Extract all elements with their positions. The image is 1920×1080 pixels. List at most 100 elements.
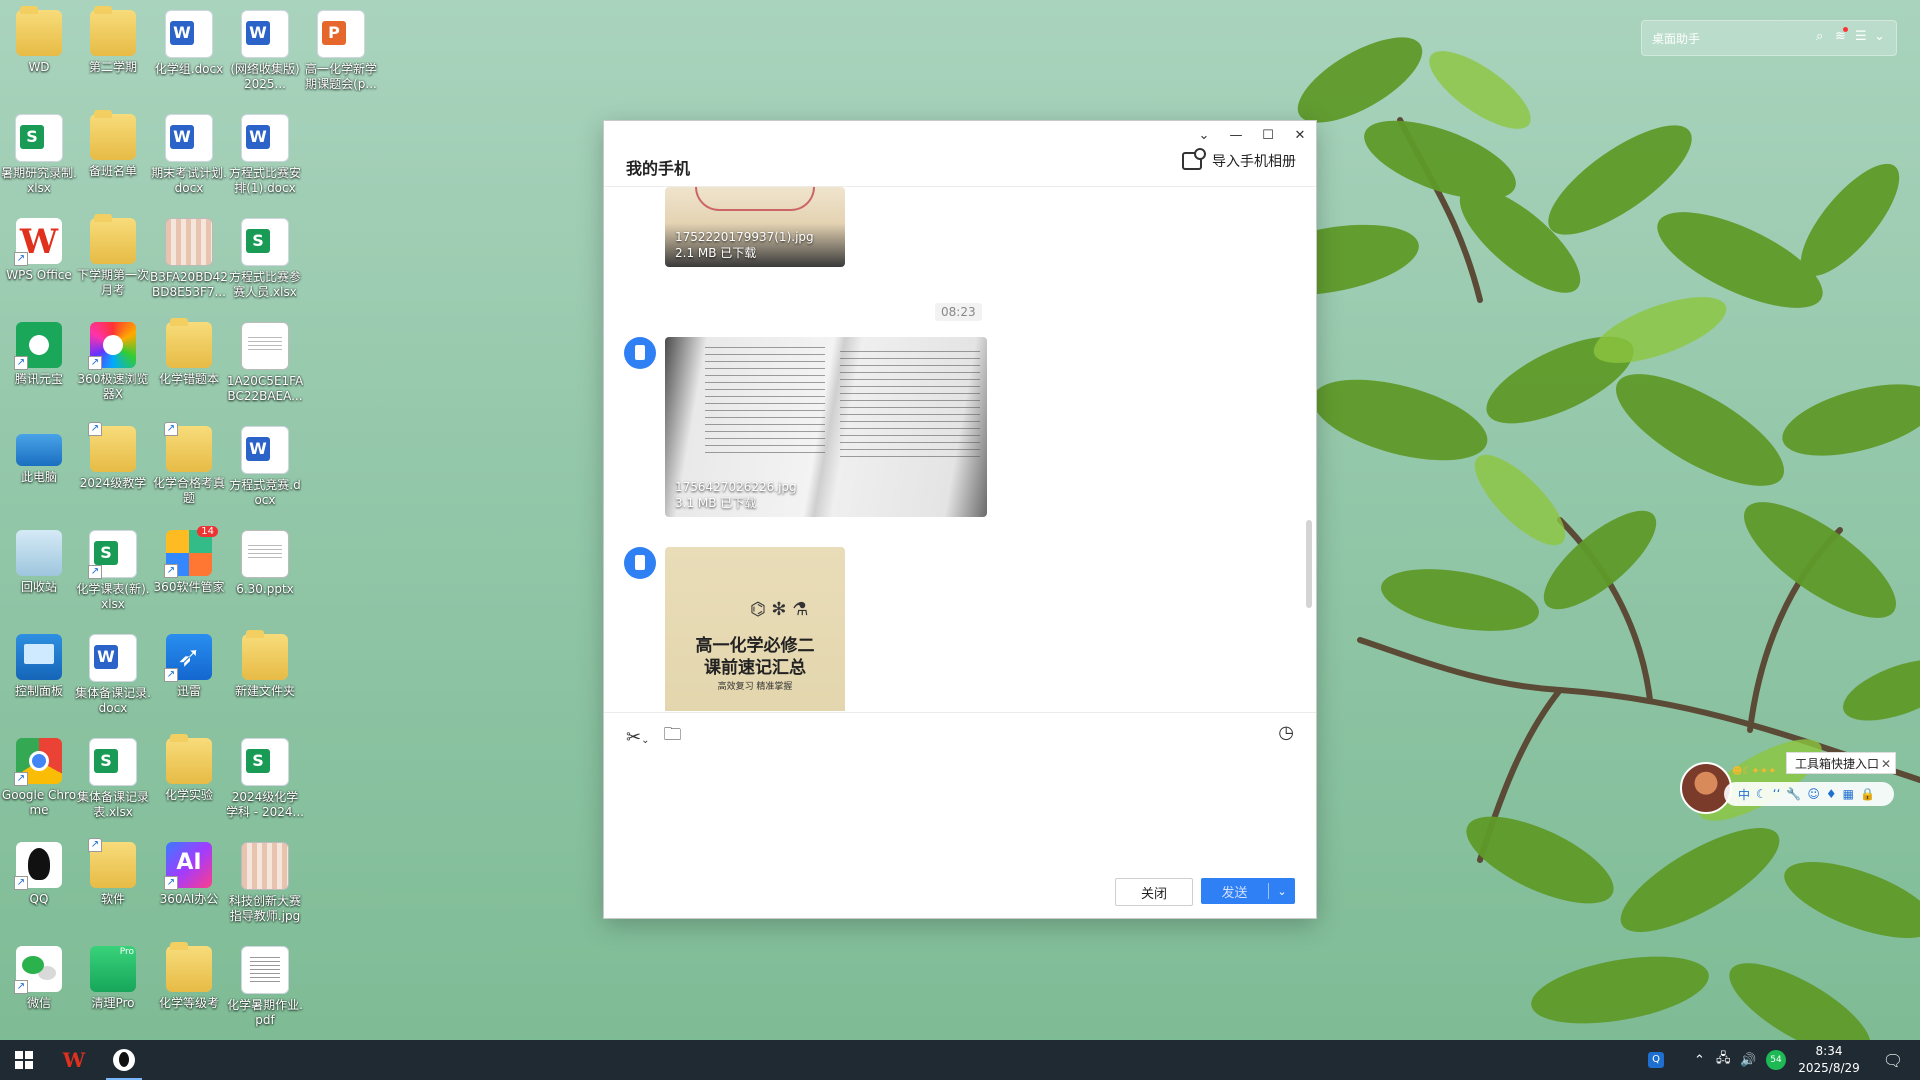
show-hidden-icons-button[interactable]: ⌃ (1694, 1040, 1705, 1080)
desktop-icon-clean-pro[interactable]: 清理Pro (74, 946, 152, 1011)
desktop-icon-new-term-ppt[interactable]: 高一化学新学期课题会(p... (302, 10, 380, 92)
import-album-button[interactable]: 导入手机相册 (1182, 148, 1296, 171)
desktop-icon-network-2025[interactable]: (网络收集版) 2025... (226, 10, 304, 92)
image-filename: 1756427026226.jpg (675, 480, 797, 494)
image-message-3[interactable]: ⌬ ✻ ⚗ 高一化学必修二 课前速记汇总 高效复习 精准掌握 (665, 547, 845, 711)
desktop-icon-label: 6.30.pptx (236, 582, 294, 596)
close-window-button[interactable]: ✕ (1284, 121, 1316, 149)
yuanbao-icon (14, 322, 62, 370)
desktop-icon-final-plan[interactable]: 期末考试计划.docx (150, 114, 228, 196)
folder-icon (166, 318, 212, 368)
moon-icon[interactable]: ☾ (1756, 787, 1767, 801)
folder-icon[interactable]: 🗀 (663, 722, 681, 752)
floating-toolbox[interactable]: 工具箱快捷入口 ✕ ☻☾✦✦✦ 中 ☾ ‘‘ 🔧 ☺ ♦ ▦ 🔒 (1680, 752, 1910, 814)
desktop-icon-chem-group[interactable]: 化学组.docx (150, 10, 228, 77)
desktop-icon-software[interactable]: 软件 (74, 838, 152, 907)
desktop-icon-label: 下学期第一次月考 (76, 268, 149, 297)
desktop-icon-control-panel[interactable]: 控制面板 (0, 634, 78, 699)
taskbar-qq-button[interactable] (100, 1040, 148, 1080)
image-message-1[interactable]: 1752220179937(1).jpg 2.1 MB 已下载 (665, 187, 845, 267)
desktop-icon-yuanbao[interactable]: 腾讯元宝 (0, 322, 78, 387)
phone-avatar-icon (624, 337, 656, 369)
desktop-icon-error-book[interactable]: 化学错题本 (150, 318, 228, 387)
send-button[interactable]: 发送 ⌄ (1201, 878, 1295, 904)
desktop-icon-lesson-docx[interactable]: 集体备课记录.docx (74, 634, 152, 716)
image-message-2[interactable]: 1756427026226.jpg 3.1 MB 已下载 (665, 337, 987, 517)
desktop-icon-lesson-xlsx[interactable]: 集体备课记录表.xlsx (74, 738, 152, 820)
desktop-icon-new-folder[interactable]: 新建文件夹 (226, 630, 304, 699)
network-speed-indicator[interactable]: 54 (1766, 1040, 1786, 1080)
menu-icon[interactable]: ☰ (1855, 29, 1867, 44)
desktop-icon-chem-experiment[interactable]: 化学实验 (150, 734, 228, 803)
start-button[interactable] (0, 1040, 48, 1080)
desktop-icon-chem-level[interactable]: 化学等级考 (150, 942, 228, 1011)
folder-icon (90, 214, 136, 264)
desktop-icon-360-browser[interactable]: 360极速浏览器X (74, 322, 152, 402)
maximize-button[interactable]: ☐ (1252, 121, 1284, 149)
desktop-icon-xunlei[interactable]: 迅雷 (150, 634, 228, 699)
desktop-icon-b3fa-image[interactable]: B3FA20BD42BD8E53F7... (150, 218, 228, 300)
shirt-icon[interactable]: ♦ (1826, 787, 1837, 801)
desktop-icon-equation-docx[interactable]: 方程式比赛安排(1).docx (226, 114, 304, 196)
widget-title: 桌面助手 (1652, 32, 1701, 46)
toolbox-tooltip: 工具箱快捷入口 ✕ (1786, 752, 1896, 774)
desktop-icon-360ai[interactable]: 360AI办公 (150, 842, 228, 907)
close-icon[interactable]: ✕ (1881, 753, 1891, 775)
desktop-icon-label: 腾讯元宝 (14, 372, 63, 386)
software-manager-icon: 14 (164, 526, 218, 578)
toolbox-pill[interactable]: 中 ☾ ‘‘ 🔧 ☺ ♦ ▦ 🔒 (1724, 782, 1894, 806)
desktop-icon-wps[interactable]: WPS Office (0, 218, 78, 283)
desktop-icon-second-term[interactable]: 第二学期 (74, 6, 152, 75)
desktop-icon-label: 软件 (100, 892, 125, 906)
desktop-icon-wechat[interactable]: 微信 (0, 946, 78, 1011)
search-icon[interactable]: ⌕ (1816, 29, 1823, 44)
desktop-icon-this-pc[interactable]: 此电脑 (0, 426, 78, 485)
close-button[interactable]: 关闭 (1115, 878, 1193, 906)
desktop-icon-equation-contest[interactable]: 方程式竞赛.docx (226, 426, 304, 508)
lock-icon[interactable]: 🔒 (1860, 787, 1875, 801)
import-album-label: 导入手机相册 (1212, 154, 1296, 170)
desktop-icon-label: 2024级教学 (79, 476, 147, 490)
notification-center-icon[interactable]: 🗨 (1878, 1040, 1908, 1080)
desktop-icon-630-pptx[interactable]: 6.30.pptx (226, 530, 304, 597)
desktop-icon-class-list[interactable]: 备班名单 (74, 110, 152, 179)
desktop-icon-schedule-xlsx[interactable]: 化学课表(新).xlsx (74, 530, 152, 612)
grid-icon[interactable]: ▦ (1843, 787, 1854, 801)
system-clock[interactable]: 8:34 2025/8/29 (1798, 1043, 1860, 1077)
desktop-icon-contest-jpg[interactable]: 科技创新大赛指导教师.jpg (226, 842, 304, 924)
desktop-icon-wd[interactable]: WD (0, 6, 78, 75)
desktop-icon-2024-teaching[interactable]: 2024级教学 (74, 422, 152, 491)
desktop-icon-recycle-bin[interactable]: 回收站 (0, 530, 78, 595)
desktop-icon-1a20-file[interactable]: 1A20C5E1FABC22BAEA... (226, 322, 304, 404)
desktop-assistant-widget[interactable]: 桌面助手 ⌕ ≋ ☰ ⌄ (1641, 20, 1897, 56)
chat-message-area[interactable]: 1752220179937(1).jpg 2.1 MB 已下载 08:23 17… (604, 187, 1316, 711)
send-button-label: 发送 (1221, 885, 1248, 901)
desktop-icon-label: 方程式比赛参赛人员.xlsx (228, 270, 301, 299)
chevron-down-icon[interactable]: ⌄ (1874, 29, 1885, 44)
desktop-icon-2024-subject[interactable]: 2024级化学学科 - 2024... (226, 738, 304, 820)
desktop-icon-label: 高一化学新学期课题会(p... (304, 62, 377, 91)
desktop-icon-summer-xlsx[interactable]: 暑期研究录制.xlsx (0, 114, 78, 196)
quote-icon[interactable]: ‘‘ (1773, 787, 1781, 801)
minimize-button[interactable]: — (1220, 121, 1252, 149)
taskbar-wps-button[interactable]: W (50, 1040, 98, 1080)
desktop-icon-equation-xlsx[interactable]: 方程式比赛参赛人员.xlsx (226, 218, 304, 300)
emoji-icon[interactable]: ☺ (1807, 787, 1820, 801)
desktop-icon-360-manager[interactable]: 14 360软件管家 (150, 526, 228, 595)
wrench-icon[interactable]: 🔧 (1786, 787, 1801, 801)
window-dropdown-button[interactable]: ⌄ (1188, 121, 1220, 149)
desktop-icon-qq[interactable]: QQ (0, 842, 78, 907)
tray-qq-icon[interactable]: Q (1648, 1040, 1664, 1080)
chat-scrollbar[interactable] (1306, 520, 1312, 608)
desktop-icon-chrome[interactable]: Google Chrome (0, 738, 78, 818)
desktop-icon-exam-questions[interactable]: 化学合格考真题 (150, 422, 228, 506)
chevron-down-icon[interactable]: ⌄ (641, 735, 649, 746)
scissors-icon[interactable]: ✂⌄ (626, 727, 649, 748)
input-method-label[interactable]: 中 (1738, 786, 1750, 803)
network-icon[interactable]: 🖧 (1716, 1040, 1731, 1080)
history-clock-icon[interactable]: ◷ (1278, 722, 1294, 743)
desktop-icon-summer-pdf[interactable]: 化学暑期作业.pdf (226, 946, 304, 1028)
desktop-icon-monthly-exam[interactable]: 下学期第一次月考 (74, 214, 152, 298)
send-options-chevron-icon[interactable]: ⌄ (1269, 885, 1295, 898)
volume-icon[interactable]: 🔊 (1740, 1040, 1756, 1080)
